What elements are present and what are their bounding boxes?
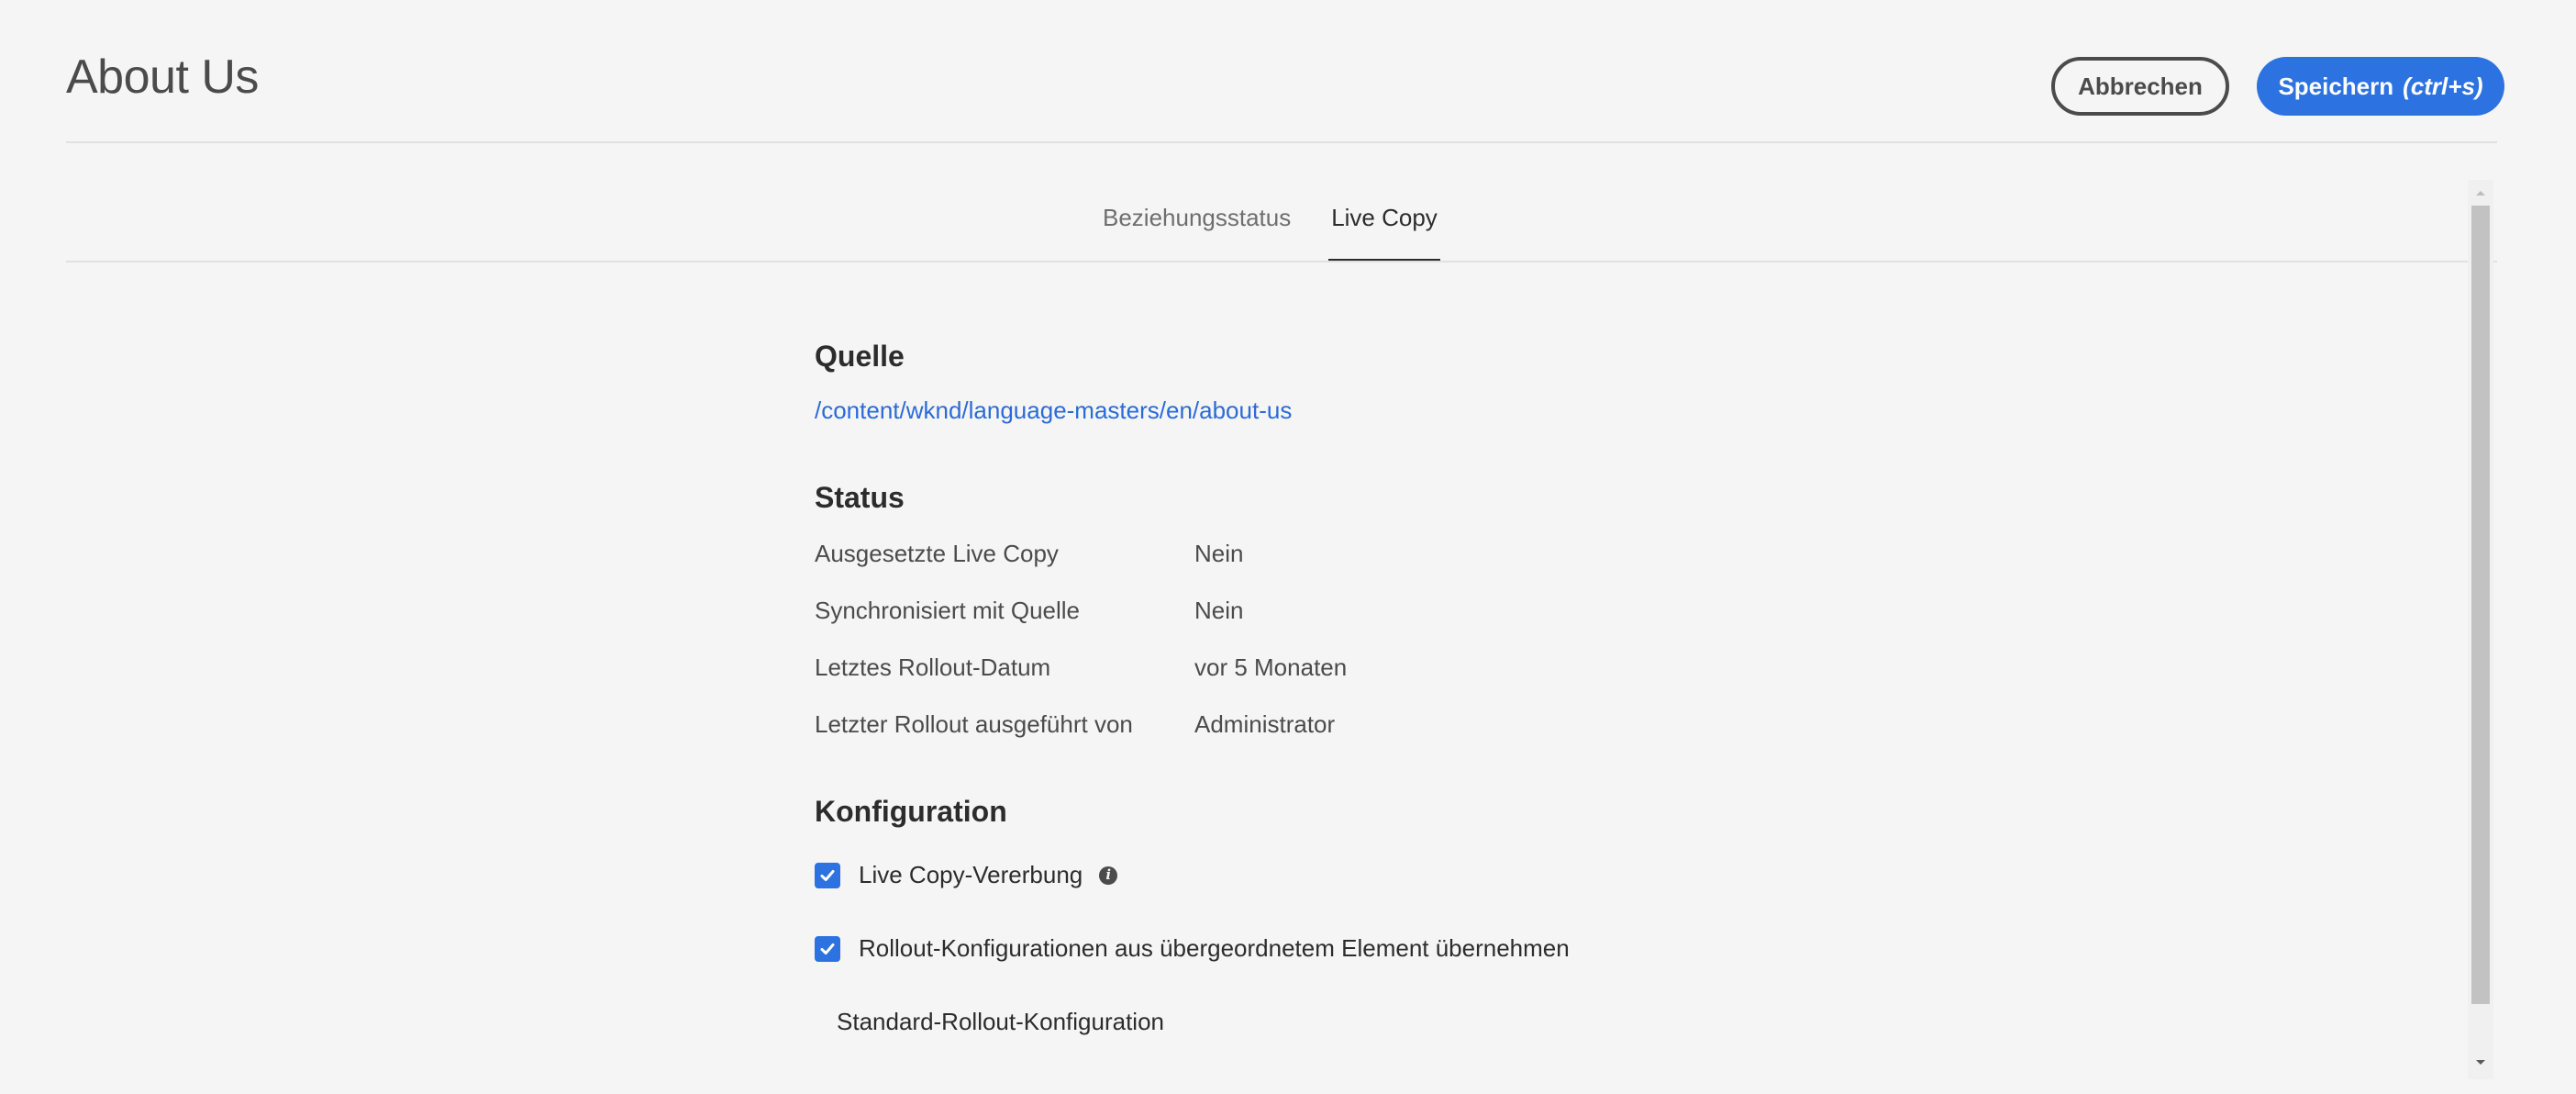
checkmark-icon [820, 943, 835, 954]
live-copy-inheritance-row: Live Copy-Vererbung i [815, 861, 1118, 889]
save-shortcut-hint: (ctrl+s) [2403, 72, 2483, 100]
status-label: Letztes Rollout-Datum [815, 653, 1051, 681]
chevron-down-icon [2476, 1060, 2485, 1065]
tab-relationship-status[interactable]: Beziehungsstatus [1103, 180, 1291, 262]
info-icon[interactable]: i [1099, 865, 1118, 885]
live-copy-inheritance-checkbox[interactable] [815, 862, 840, 888]
cancel-button-label: Abbrechen [2078, 72, 2203, 100]
page-title: About Us [66, 50, 259, 104]
inherit-rollout-configs-label: Rollout-Konfigurationen aus übergeordnet… [859, 934, 1570, 962]
scrollbar-thumb[interactable] [2471, 206, 2490, 1004]
default-rollout-config: Standard-Rollout-Konfiguration [837, 1008, 1164, 1035]
source-path-link[interactable]: /content/wknd/language-masters/en/about-… [815, 396, 1292, 425]
source-heading: Quelle [815, 340, 905, 373]
status-label: Ausgesetzte Live Copy [815, 540, 1059, 567]
cancel-button[interactable]: Abbrechen [2051, 57, 2229, 116]
header-actions: Abbrechen Speichern (ctrl+s) [2051, 57, 2504, 116]
status-value: Nein [1194, 540, 1244, 567]
status-value: vor 5 Monaten [1194, 653, 1348, 681]
tabs-divider [66, 261, 2497, 262]
status-value: Administrator [1194, 710, 1336, 738]
configuration-heading: Konfiguration [815, 795, 1007, 828]
status-label: Letzter Rollout ausgeführt von [815, 710, 1133, 738]
save-button[interactable]: Speichern (ctrl+s) [2257, 57, 2504, 116]
status-value: Nein [1194, 597, 1244, 624]
save-button-label: Speichern [2278, 72, 2394, 100]
scroll-up-arrow[interactable] [2468, 184, 2493, 202]
checkmark-icon [820, 869, 835, 881]
status-label: Synchronisiert mit Quelle [815, 597, 1080, 624]
inherit-rollout-configs-row: Rollout-Konfigurationen aus übergeordnet… [815, 934, 1570, 963]
scrollbar[interactable] [2468, 180, 2493, 1079]
header-divider [66, 141, 2497, 143]
tab-live-copy[interactable]: Live Copy [1328, 180, 1440, 262]
live-copy-inheritance-label: Live Copy-Vererbung [859, 861, 1083, 888]
inherit-rollout-configs-checkbox[interactable] [815, 935, 840, 962]
chevron-up-icon [2476, 191, 2485, 195]
status-heading: Status [815, 481, 905, 514]
scroll-down-arrow[interactable] [2468, 1054, 2493, 1072]
